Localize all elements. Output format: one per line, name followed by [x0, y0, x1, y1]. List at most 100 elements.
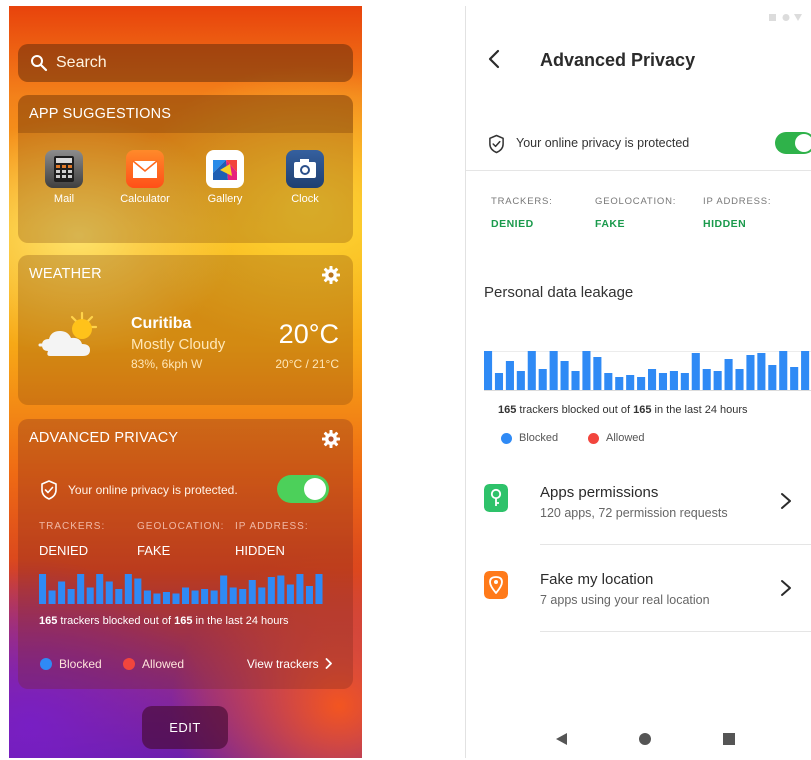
fake-location-title: Fake my location	[540, 571, 654, 588]
tracker-bar	[593, 357, 602, 391]
view-trackers-label: View trackers	[246, 657, 319, 671]
tracker-bar	[277, 575, 285, 604]
app-tile-mail[interactable]: Mail	[34, 150, 94, 205]
legend-allowed-dot	[123, 658, 135, 670]
home-screen: Search APP SUGGESTIONS Mail Calculator G…	[9, 6, 362, 758]
privacy-status-text: Your online privacy is protected	[516, 136, 690, 150]
shield-check-icon	[489, 134, 504, 154]
tracker-summary-tail: in the last 24 hours	[651, 404, 748, 416]
tracker-bar	[768, 365, 777, 391]
geolocation-value: FAKE	[595, 218, 626, 230]
tracker-bar	[779, 351, 788, 391]
nav-back-icon[interactable]	[554, 732, 568, 746]
tracker-bar	[571, 371, 580, 391]
tracker-bar	[494, 373, 504, 391]
tracker-bar	[267, 577, 275, 604]
trackers-value: DENIED	[491, 218, 534, 230]
tracker-bar	[527, 351, 536, 391]
tracker-bar	[648, 369, 657, 391]
tracker-bar	[258, 587, 266, 604]
app-label: Gallery	[207, 193, 243, 205]
tracker-bar	[96, 574, 104, 604]
shield-check-icon	[41, 480, 57, 500]
tracker-count: 165	[39, 615, 58, 627]
app-tile-clock[interactable]: Clock	[275, 150, 335, 205]
legend-blocked-dot	[501, 433, 512, 444]
tracker-bar	[115, 589, 123, 604]
toggle-knob	[795, 134, 811, 152]
tracker-bar	[124, 574, 132, 604]
tracker-summary-mid: trackers blocked out of	[57, 615, 175, 627]
tracker-bar	[39, 574, 47, 604]
tracker-bar	[582, 351, 591, 391]
back-arrow-icon[interactable]	[484, 48, 506, 70]
search-bar[interactable]: Search	[18, 44, 353, 82]
privacy-status-text: Your online privacy is protected.	[68, 483, 238, 497]
app-suggestions-title: APP SUGGESTIONS	[29, 106, 172, 122]
tracker-count: 165	[498, 404, 517, 416]
weather-condition: Mostly Cloudy	[131, 336, 226, 353]
tracker-bar	[134, 578, 142, 604]
tracker-bar	[560, 361, 569, 391]
trackers-value: DENIED	[39, 543, 89, 558]
weather-temperature: 20°C	[278, 319, 339, 349]
nav-recents-icon[interactable]	[722, 732, 736, 746]
ip-address-value: HIDDEN	[703, 218, 747, 230]
search-input[interactable]: Search	[56, 54, 107, 72]
tracker-bar	[724, 359, 733, 391]
tracker-bar	[305, 586, 313, 604]
tracker-summary-tail: in the last 24 hours	[192, 615, 289, 627]
tracker-bar	[505, 361, 514, 391]
camera-icon	[286, 150, 324, 188]
tracker-bar	[296, 574, 304, 604]
app-label: Calculator	[120, 193, 170, 205]
tracker-bar	[67, 589, 75, 604]
divider	[540, 544, 811, 545]
search-icon	[31, 55, 48, 72]
chevron-right-icon	[325, 658, 332, 669]
tracker-bar	[77, 574, 85, 604]
tracker-bar	[153, 593, 161, 604]
ip-address-label: IP ADDRESS:	[703, 196, 772, 207]
tracker-bar	[286, 584, 294, 604]
advanced-privacy-widget[interactable]: ADVANCED PRIVACY Your online privacy is …	[18, 419, 353, 689]
app-tile-gallery[interactable]: Gallery	[195, 150, 255, 205]
tracker-bar	[680, 373, 689, 391]
tracker-bar	[702, 369, 711, 391]
tracker-bar	[637, 377, 646, 391]
fake-location-subtitle: 7 apps using your real location	[540, 593, 710, 607]
view-trackers-link[interactable]: View trackers	[247, 657, 333, 671]
tracker-bar	[191, 590, 199, 604]
tracker-bar	[58, 581, 66, 604]
gear-icon[interactable]	[321, 429, 341, 449]
tracker-bar	[48, 590, 56, 604]
partly-cloudy-icon	[38, 311, 98, 356]
privacy-toggle[interactable]	[775, 132, 811, 154]
legend-allowed-label: Allowed	[142, 657, 185, 671]
nav-home-icon[interactable]	[638, 732, 652, 746]
gear-icon[interactable]	[321, 265, 341, 285]
divider	[540, 631, 811, 632]
location-pin-icon	[484, 571, 508, 599]
tracker-bar	[658, 373, 668, 391]
trackers-label: TRACKERS:	[491, 196, 553, 207]
legend-blocked-label: Blocked	[519, 432, 559, 444]
weather-widget[interactable]: WEATHER Curitiba Mostly Cloudy 83%, 6kph…	[18, 255, 353, 405]
apps-permissions-subtitle: 120 apps, 72 permission requests	[540, 506, 728, 520]
chart-baseline	[484, 390, 811, 391]
weather-title: WEATHER	[29, 266, 102, 282]
tracker-bar	[516, 371, 525, 391]
tracker-bar	[746, 355, 755, 391]
tracker-summary-mid: trackers blocked out of	[516, 404, 634, 416]
tracker-bar	[801, 351, 810, 391]
tracker-bar	[239, 589, 247, 604]
tracker-bar	[105, 581, 113, 604]
app-tile-calculator[interactable]: Calculator	[115, 150, 175, 205]
mail-icon	[126, 150, 164, 188]
edit-button[interactable]: EDIT	[142, 706, 228, 749]
chevron-right-icon	[781, 580, 791, 596]
app-label: Mail	[53, 193, 75, 205]
legend-blocked-label: Blocked	[59, 657, 102, 671]
privacy-toggle[interactable]	[277, 475, 329, 503]
geolocation-label: GEOLOCATION:	[595, 196, 677, 207]
